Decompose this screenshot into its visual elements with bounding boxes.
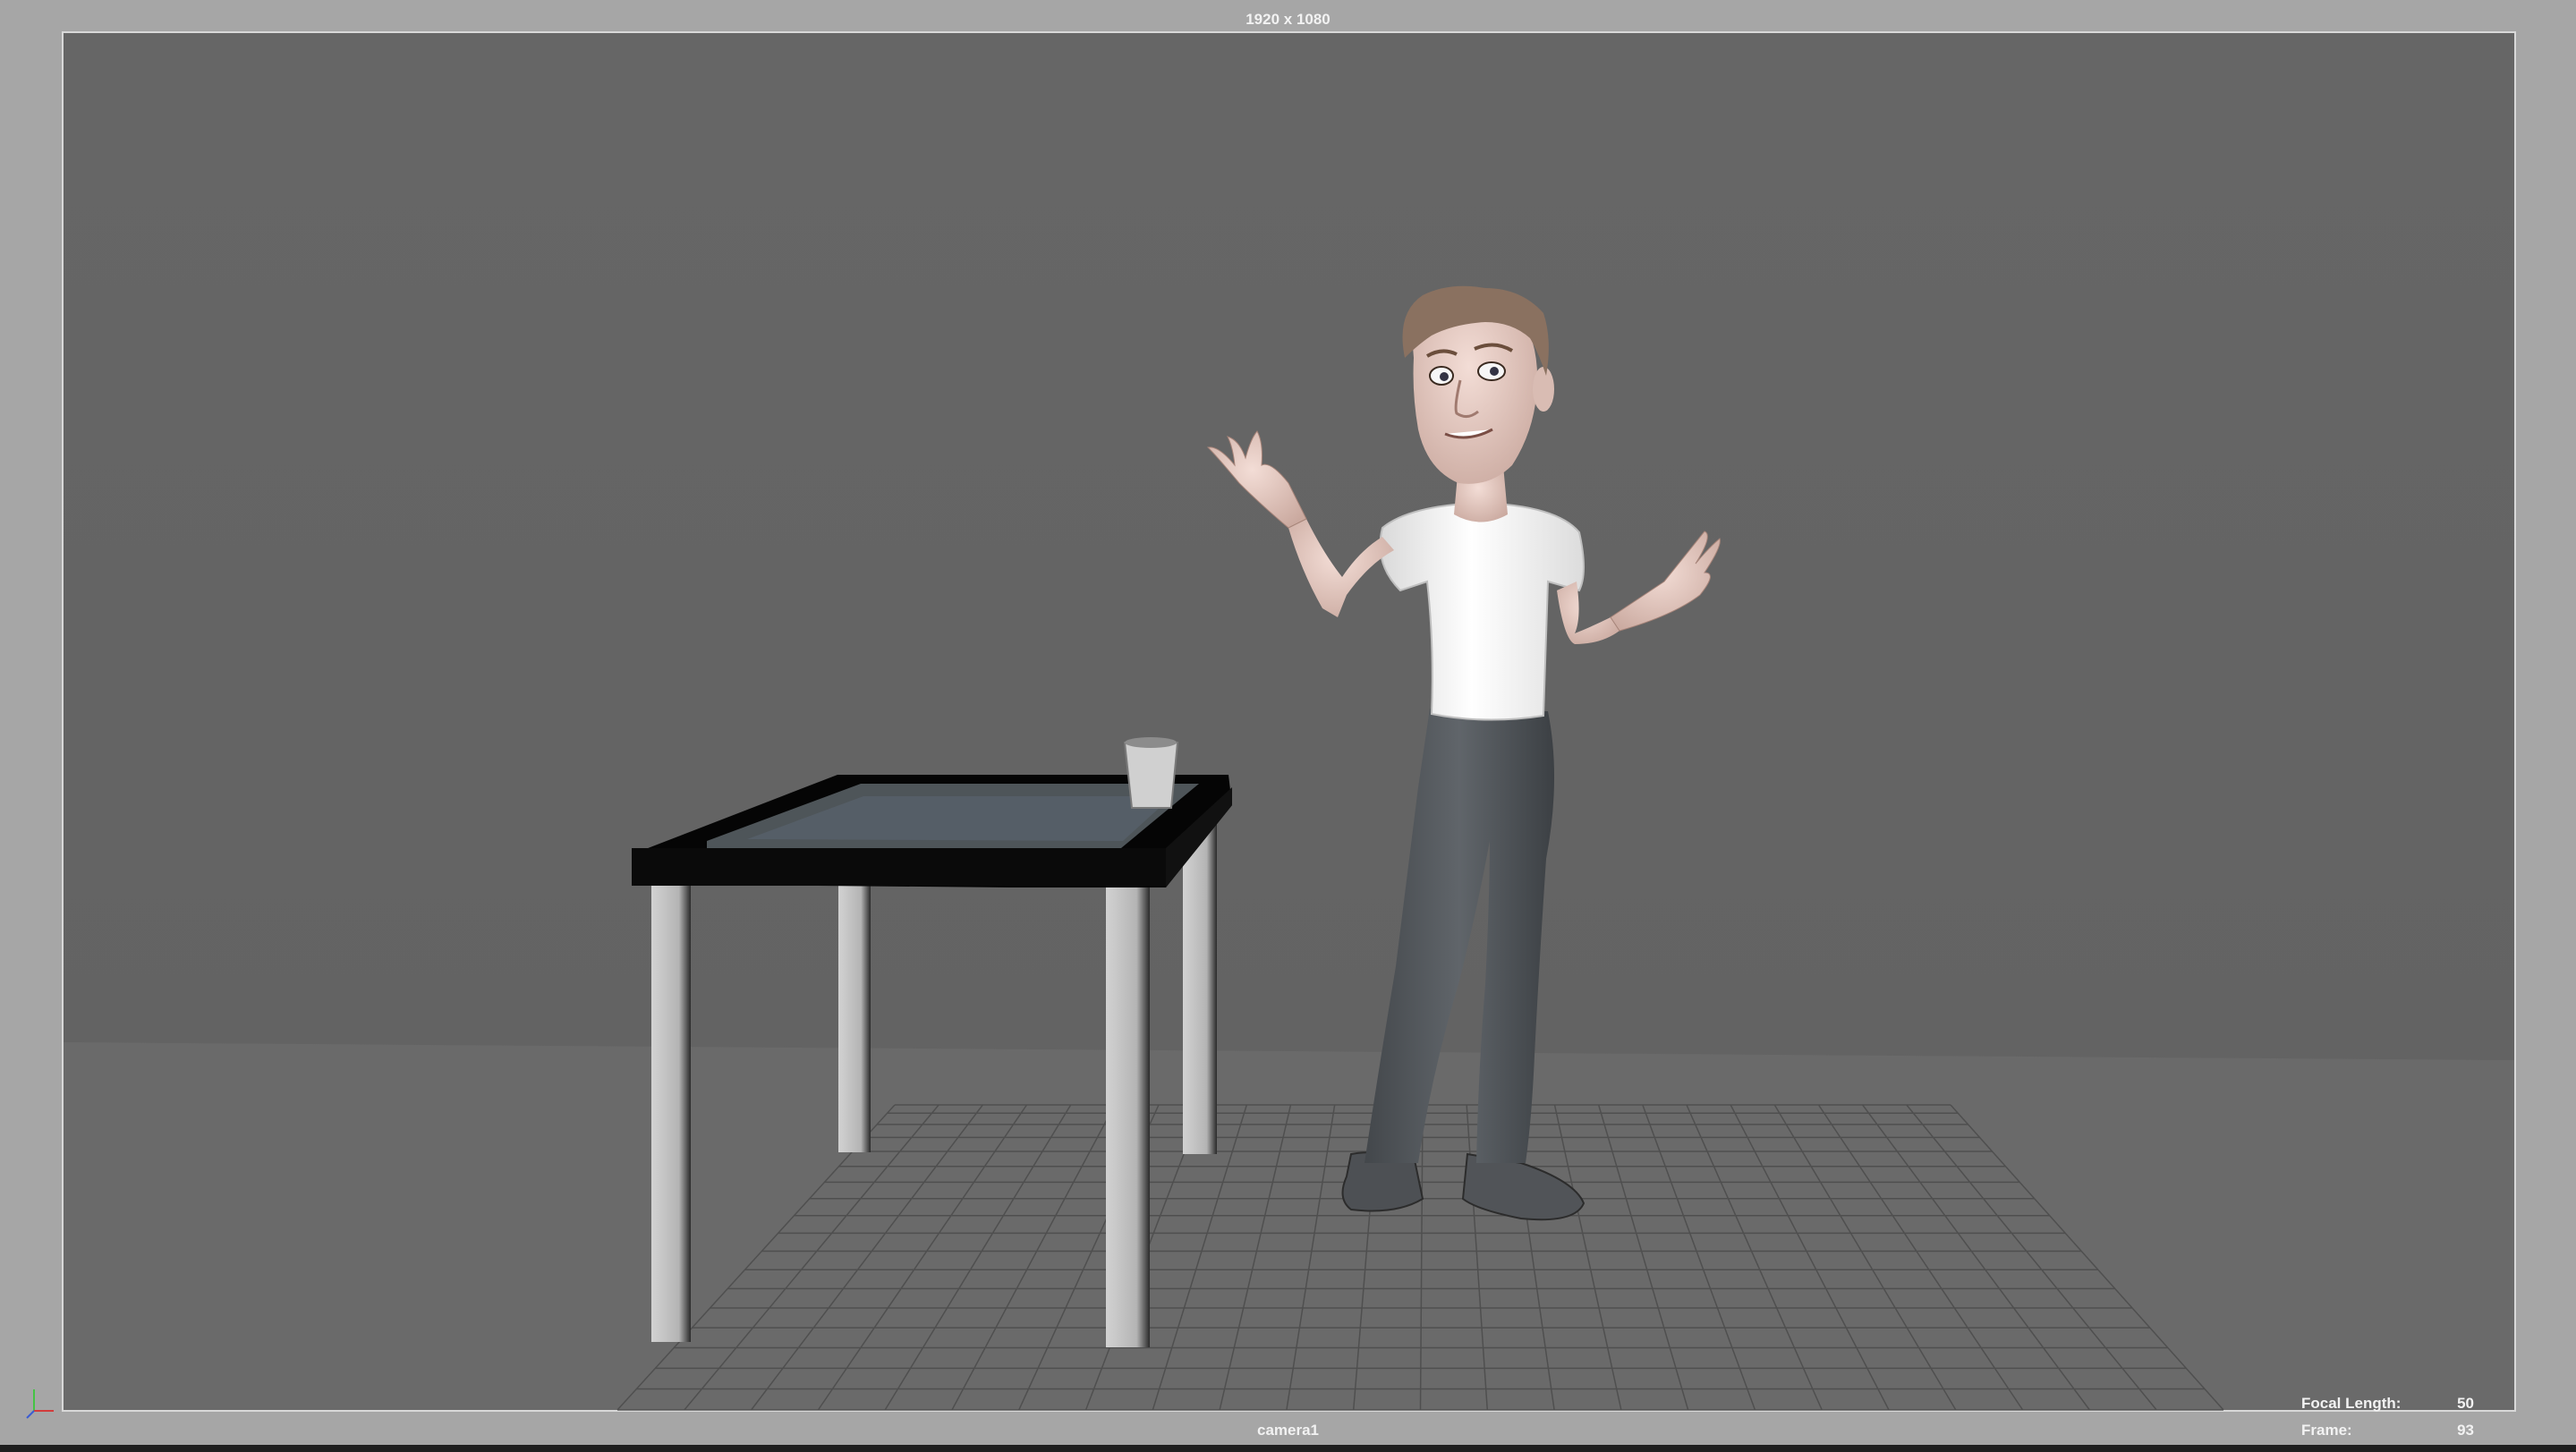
ear-right bbox=[1533, 367, 1554, 412]
hud-frame-label: Frame: bbox=[2301, 1422, 2352, 1439]
floor-plane bbox=[64, 1042, 2514, 1410]
axis-gizmo-icon bbox=[26, 1389, 54, 1419]
camera-name-label: camera1 bbox=[1256, 1422, 1319, 1439]
resolution-gate-label: 1920 x 1080 bbox=[1245, 11, 1331, 28]
table-leg-front-right bbox=[1106, 887, 1150, 1347]
table-front-edge bbox=[632, 848, 1166, 886]
camera-viewport[interactable]: 1920 x 1080 camera1 Focal Length: 50 Fra… bbox=[0, 0, 2576, 1452]
viewport-bottom-bar bbox=[0, 1445, 2576, 1452]
cup-rim bbox=[1125, 737, 1177, 748]
scene-render[interactable] bbox=[0, 0, 2576, 1452]
hud-frame-value: 93 bbox=[2457, 1422, 2474, 1439]
pupil-left bbox=[1440, 372, 1449, 381]
table-leg-back-right bbox=[1183, 810, 1217, 1154]
hud-focal-length-value: 50 bbox=[2457, 1395, 2474, 1412]
table-leg-front-left bbox=[651, 886, 691, 1342]
hud-focal-length-label: Focal Length: bbox=[2301, 1395, 2402, 1412]
cup bbox=[1123, 742, 1179, 809]
pupil-right bbox=[1490, 367, 1499, 376]
